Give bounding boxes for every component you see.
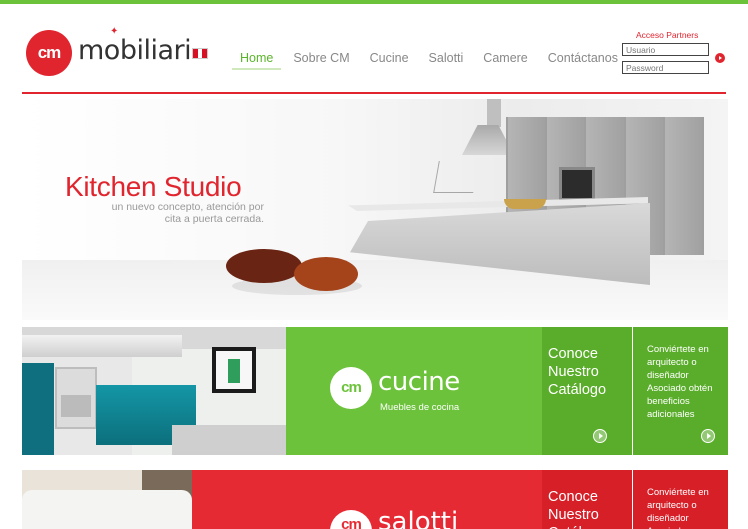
peru-flag-icon	[192, 48, 208, 59]
cucine-partner-text: Conviértete en arquitecto o diseñador As…	[647, 344, 713, 420]
salotti-catalog-panel[interactable]: Conoce Nuestro Catálogo	[542, 470, 632, 529]
cucine-partner-panel[interactable]: Conviértete en arquitecto o diseñador As…	[633, 327, 728, 455]
cucine-brand-panel[interactable]: cm cucine Muebles de cocina	[286, 327, 542, 455]
password-field[interactable]	[622, 61, 709, 74]
wall-sketch-art	[433, 161, 479, 193]
logo-wordmark: mobiliari	[78, 35, 192, 66]
hero-title: Kitchen Studio	[65, 171, 242, 202]
username-field[interactable]	[622, 43, 709, 56]
cucine-logo-mark: cm	[330, 367, 372, 409]
nav-item-camere[interactable]: Camere	[473, 50, 537, 72]
main-nav: Home Sobre CM Cucine Salotti Camere Cont…	[230, 50, 628, 72]
built-in-oven	[559, 167, 595, 201]
nav-item-cucine[interactable]: Cucine	[360, 50, 419, 72]
cucine-catalog-text: Conoce Nuestro Catálogo	[548, 346, 607, 398]
salotti-partner-panel[interactable]: Conviértete en arquitecto o diseñador As…	[633, 470, 728, 529]
salotti-partner-text: Conviértete en arquitecto o diseñador As…	[647, 487, 709, 529]
fruit-bowl	[504, 199, 546, 209]
sofa-image	[22, 490, 192, 529]
salotti-logo-mark: cm	[330, 510, 372, 529]
wall-art	[212, 347, 256, 393]
cucine-tagline: Muebles de cocina	[380, 402, 460, 413]
nav-item-contactanos[interactable]: Contáctanos	[538, 50, 628, 72]
stool-light	[294, 257, 358, 291]
oven-icon	[55, 367, 97, 429]
salotti-wordmark: salotti	[378, 507, 459, 529]
partners-login-title: Acceso Partners	[636, 30, 699, 40]
nav-item-home[interactable]: Home	[230, 50, 283, 72]
salotti-section: cm salotti Conoce Nuestro Catálogo Convi…	[22, 470, 728, 529]
top-accent-stripe	[0, 0, 748, 4]
cucine-catalog-arrow-icon[interactable]	[593, 429, 607, 443]
nav-item-sobre-cm[interactable]: Sobre CM	[283, 50, 359, 72]
login-submit-icon[interactable]	[715, 53, 725, 63]
cucine-section: cm cucine Muebles de cocina Conoce Nuest…	[22, 327, 728, 455]
cucine-photo[interactable]	[22, 327, 286, 455]
cucine-wordmark: cucine	[378, 367, 460, 397]
salotti-brand-panel[interactable]: cm salotti	[192, 470, 542, 529]
stool-dark	[226, 249, 302, 283]
hero-banner[interactable]: Kitchen Studio un nuevo concepto, atenci…	[22, 99, 728, 320]
header-divider	[22, 92, 726, 94]
nav-item-salotti[interactable]: Salotti	[419, 50, 474, 72]
cucine-catalog-panel[interactable]: Conoce Nuestro Catálogo	[542, 327, 632, 455]
range-hood-pipe	[487, 99, 501, 127]
salotti-catalog-text: Conoce Nuestro Catálogo	[548, 489, 606, 529]
cucine-partner-arrow-icon[interactable]	[701, 429, 715, 443]
logo-mark: cm	[26, 30, 72, 76]
salotti-photo[interactable]	[22, 470, 192, 529]
site-logo[interactable]: cm ✦ mobiliari	[26, 26, 226, 78]
hero-subtitle: un nuevo concepto, atención por cita a p…	[111, 201, 264, 225]
